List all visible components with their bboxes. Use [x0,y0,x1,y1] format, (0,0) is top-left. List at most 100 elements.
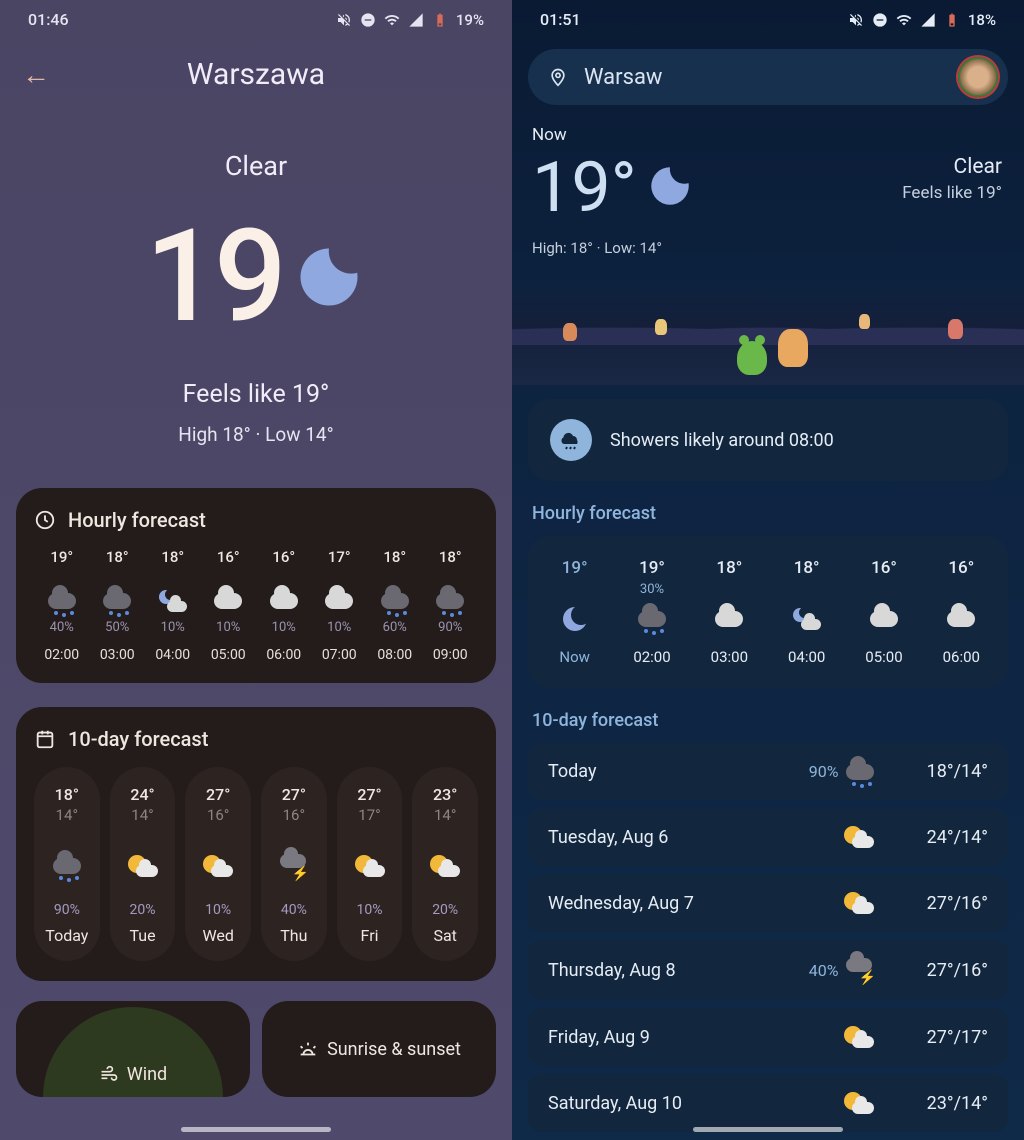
moon-icon [645,161,695,211]
day-precip: 10% [341,902,399,918]
day-low: 16° [189,806,247,824]
daily-row[interactable]: Friday, Aug 927°/17° [528,1008,1008,1066]
daily-item[interactable]: 27°16°⚡40%Thu [261,767,327,961]
weather-icon [844,892,874,914]
current-temp: 19° [532,147,637,229]
hour-temp: 18° [90,548,146,566]
day-precip: 90% [809,762,839,781]
daily-row[interactable]: Today90%18°/14° [528,743,1008,800]
location-search[interactable]: Warsaw [528,49,1008,105]
daily-item[interactable]: 24°14°20%Tue [110,767,176,961]
day-label: Thursday, Aug 8 [548,960,733,981]
hourly-item[interactable]: 16°06:00 [923,558,1000,666]
hourly-forecast-card[interactable]: Hourly forecast 19°40%02:0018°50%03:0018… [16,488,496,683]
day-high: 27° [265,785,323,804]
hourly-item[interactable]: 16°10%06:00 [256,548,312,663]
now-label: Now [532,125,1004,145]
hour-precip [923,582,1000,596]
hourly-item[interactable]: 17°10%07:00 [312,548,368,663]
hourly-title: Hourly forecast [532,503,1004,524]
weather-icon [844,1092,874,1114]
day-precip: 90% [38,902,96,918]
hourly-item[interactable]: 18°90%09:00 [423,548,479,663]
day-label: Sat [416,926,474,945]
frog-mascot [737,341,767,375]
weather-icon: ⚡ [265,846,323,886]
back-button[interactable]: ← [22,61,50,89]
daily-row[interactable]: Thursday, Aug 840%⚡27°/16° [528,940,1008,1000]
hourly-item[interactable]: 16°10%05:00 [201,548,257,663]
gesture-bar[interactable] [181,1127,331,1132]
hour-precip: 40% [34,620,90,635]
daily-forecast-card[interactable]: 10-day forecast 18°14°90%Today24°14°20%T… [16,707,496,981]
daily-row[interactable]: Saturday, Aug 1023°/14° [528,1074,1008,1132]
dnd-icon [360,12,376,28]
gesture-bar[interactable] [693,1127,843,1132]
day-label: Today [38,926,96,945]
day-hilo: 27°/16° [874,893,988,914]
day-label: Tue [114,926,172,945]
daily-item[interactable]: 23°14°20%Sat [412,767,478,961]
hour-temp: 18° [367,548,423,566]
hour-time: 07:00 [312,647,368,663]
hourly-item[interactable]: 19°Now [536,558,613,666]
alert-text: Showers likely around 08:00 [610,430,834,451]
day-label: Tuesday, Aug 6 [548,827,733,848]
hour-temp: 18° [423,548,479,566]
hour-temp: 19° [536,558,613,578]
hour-time: 03:00 [691,648,768,666]
day-low: 16° [265,806,323,824]
profile-avatar[interactable] [958,57,998,97]
hourly-item[interactable]: 18°60%08:00 [367,548,423,663]
mute-icon [336,12,352,28]
hour-temp: 19° [34,548,90,566]
daily-row[interactable]: Wednesday, Aug 7 27°/16° [528,874,1008,932]
sunrise-card[interactable]: Sunrise & sunset [262,1001,496,1097]
hour-time: 09:00 [423,647,479,663]
daily-row[interactable]: Tuesday, Aug 624°/14° [528,808,1008,866]
feels-like: Feels like 19° [0,380,512,409]
hour-precip [768,582,845,596]
signal-icon [920,12,936,28]
day-hilo: 23°/14° [874,1093,988,1114]
weather-icon [768,604,845,634]
daily-title: 10-day forecast [68,727,208,751]
day-precip: 40% [265,902,323,918]
hour-precip: 50% [90,620,146,635]
weather-icon: ⚡ [846,958,874,982]
hourly-item[interactable]: 16°05:00 [845,558,922,666]
mute-icon [848,12,864,28]
day-label: Wednesday, Aug 7 [548,893,733,914]
daily-item[interactable]: 18°14°90%Today [34,767,100,961]
calendar-icon [34,728,56,750]
wind-card[interactable]: Wind [16,1001,250,1097]
high-low: High 18° · Low 14° [0,423,512,446]
weather-icon [423,588,479,614]
moon-icon [291,239,367,315]
weather-alert[interactable]: Showers likely around 08:00 [528,399,1008,481]
wifi-icon [896,12,912,28]
day-precip: 20% [114,902,172,918]
daily-item[interactable]: 27°17°10%Fri [337,767,403,961]
hour-precip [691,582,768,596]
daily-item[interactable]: 27°16°10%Wed [185,767,251,961]
condition-text: Clear [902,155,1002,179]
hourly-item[interactable]: 19°40%02:00 [34,548,90,663]
day-high: 23° [416,785,474,804]
hourly-item[interactable]: 18°50%03:00 [90,548,146,663]
hour-precip [536,582,613,596]
wind-icon [99,1065,119,1085]
hourly-title: Hourly forecast [68,508,206,532]
weather-icon [201,588,257,614]
weather-icon [90,588,146,614]
hourly-item[interactable]: 18°10%04:00 [145,548,201,663]
day-low: 14° [114,806,172,824]
hour-precip: 10% [201,620,257,635]
daily-forecast-list[interactable]: Today90%18°/14° Tuesday, Aug 624°/14° Wedn… [528,743,1008,1140]
pin-icon [548,67,568,87]
hour-time: 06:00 [923,648,1000,666]
hourly-forecast-card[interactable]: 19°Now19°30%02:0018°03:0018°04:0016°05:0… [528,536,1008,688]
hourly-item[interactable]: 19°30%02:00 [613,558,690,666]
hourly-item[interactable]: 18°04:00 [768,558,845,666]
hourly-item[interactable]: 18°03:00 [691,558,768,666]
